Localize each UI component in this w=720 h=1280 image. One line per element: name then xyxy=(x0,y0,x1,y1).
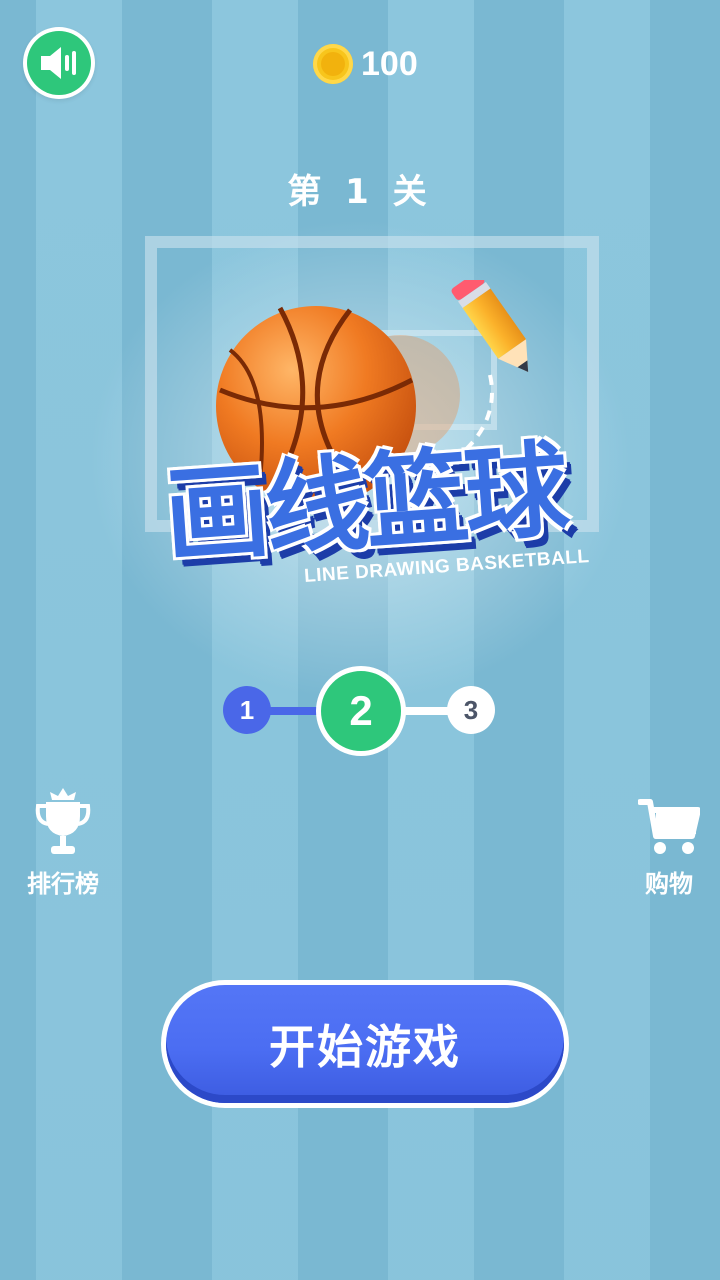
level-title: 第 1 关 xyxy=(287,172,433,212)
shop-label: 购物 xyxy=(645,870,693,898)
pencil-icon xyxy=(451,280,529,372)
step-connector-upcoming xyxy=(400,707,454,715)
trophy-icon xyxy=(35,788,91,854)
speaker-icon xyxy=(41,47,76,79)
sound-toggle-button[interactable] xyxy=(23,27,95,99)
leaderboard-label: 排行榜 xyxy=(27,870,99,898)
start-game-label: 开始游戏 xyxy=(166,985,564,1103)
coin-count: 100 xyxy=(361,44,418,83)
coin-counter: 100 xyxy=(313,44,418,84)
coin-icon xyxy=(313,44,353,84)
step-3: 3 xyxy=(447,686,495,734)
step-2-current: 2 xyxy=(316,666,406,756)
step-1: 1 xyxy=(223,686,271,734)
shopping-cart-icon xyxy=(638,799,700,854)
start-game-button[interactable]: 开始游戏 xyxy=(161,980,569,1108)
sound-button-face xyxy=(27,31,91,95)
shop-button[interactable]: 购物 xyxy=(636,796,702,899)
leaderboard-button[interactable]: 排行榜 xyxy=(25,788,101,899)
